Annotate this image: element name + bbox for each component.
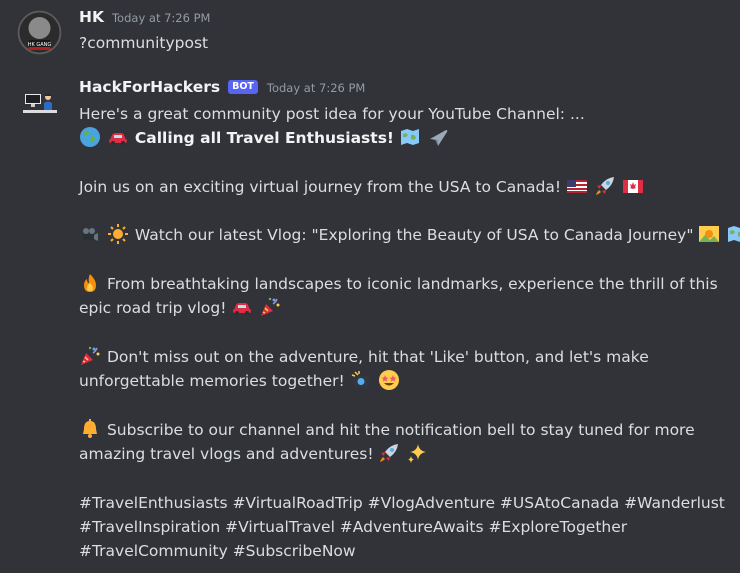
map-icon bbox=[399, 126, 421, 148]
sparkles-icon bbox=[406, 442, 428, 464]
dontmiss-line-1: Don't miss out on the adventure, hit tha… bbox=[79, 345, 740, 369]
bot-avatar[interactable] bbox=[17, 80, 62, 125]
hashtags-line-1: #TravelEnthusiasts #VirtualRoadTrip #Vlo… bbox=[79, 493, 725, 512]
us-flag-icon bbox=[566, 175, 588, 197]
intro-line: Here's a great community post idea for y… bbox=[79, 105, 585, 123]
watch-line: Watch our latest Vlog: "Exploring the Be… bbox=[79, 223, 740, 247]
message-hackforhackers: HackForHackers BOT Today at 7:26 PM Here… bbox=[0, 78, 740, 564]
dontmiss-text-2: unforgettable memories together! bbox=[79, 372, 345, 391]
landscapes-line-2: epic road trip vlog! bbox=[79, 296, 740, 320]
landscapes-text-1: From breathtaking landscapes to iconic l… bbox=[106, 275, 718, 294]
svg-text:HK GANG: HK GANG bbox=[28, 42, 52, 48]
message-body: Here's a great community post idea for y… bbox=[79, 102, 740, 564]
airplane-icon bbox=[427, 126, 449, 148]
join-line: Join us on an exciting virtual journey f… bbox=[79, 175, 740, 199]
sunrise-icon bbox=[698, 223, 720, 245]
star-struck-icon bbox=[378, 369, 400, 391]
timestamp: Today at 7:26 PM bbox=[266, 81, 366, 95]
subscribe-line-2: amazing travel vlogs and adventures! bbox=[79, 442, 740, 466]
hashtags-line-2: #TravelInspiration #VirtualTravel #Adven… bbox=[79, 518, 628, 537]
car-icon bbox=[107, 126, 129, 148]
video-camera-icon bbox=[79, 223, 101, 245]
canada-flag-icon bbox=[622, 175, 644, 197]
dontmiss-text-1: Don't miss out on the adventure, hit tha… bbox=[106, 347, 649, 366]
globe-icon bbox=[79, 126, 101, 148]
author-name[interactable]: HK bbox=[79, 8, 104, 26]
rocket-icon bbox=[594, 175, 616, 197]
headline-line: Calling all Travel Enthusiasts! bbox=[79, 126, 740, 150]
watch-text: Watch our latest Vlog: "Exploring the Be… bbox=[134, 226, 694, 245]
message-content: ?communitypost bbox=[79, 34, 209, 52]
bell-icon bbox=[79, 418, 101, 440]
car-icon bbox=[231, 296, 253, 318]
hashtags-line-3: #TravelCommunity #SubscribeNow bbox=[79, 542, 356, 561]
subscribe-text-2: amazing travel vlogs and adventures! bbox=[79, 445, 374, 464]
message-hk: HK GANG HK Today at 7:26 PM ?communitypo… bbox=[0, 8, 740, 55]
bot-badge: BOT bbox=[228, 80, 258, 94]
dontmiss-line-2: unforgettable memories together! bbox=[79, 369, 740, 393]
hk-avatar[interactable]: HK GANG bbox=[17, 10, 62, 55]
join-text: Join us on an exciting virtual journey f… bbox=[79, 177, 562, 196]
subscribe-text-1: Subscribe to our channel and hit the not… bbox=[106, 420, 695, 439]
landscapes-line-1: From breathtaking landscapes to iconic l… bbox=[79, 272, 740, 296]
fire-icon bbox=[79, 272, 101, 294]
party-popper-icon bbox=[79, 345, 101, 367]
headline-text: Calling all Travel Enthusiasts! bbox=[134, 129, 394, 148]
timestamp: Today at 7:26 PM bbox=[111, 11, 211, 25]
sun-icon bbox=[107, 223, 129, 245]
camera-flash-icon bbox=[350, 369, 372, 391]
rocket-icon bbox=[378, 442, 400, 464]
landscapes-text-2: epic road trip vlog! bbox=[79, 299, 227, 318]
author-name[interactable]: HackForHackers bbox=[79, 78, 220, 96]
subscribe-line-1: Subscribe to our channel and hit the not… bbox=[79, 418, 740, 442]
map-icon bbox=[726, 223, 740, 245]
party-popper-icon bbox=[259, 296, 281, 318]
